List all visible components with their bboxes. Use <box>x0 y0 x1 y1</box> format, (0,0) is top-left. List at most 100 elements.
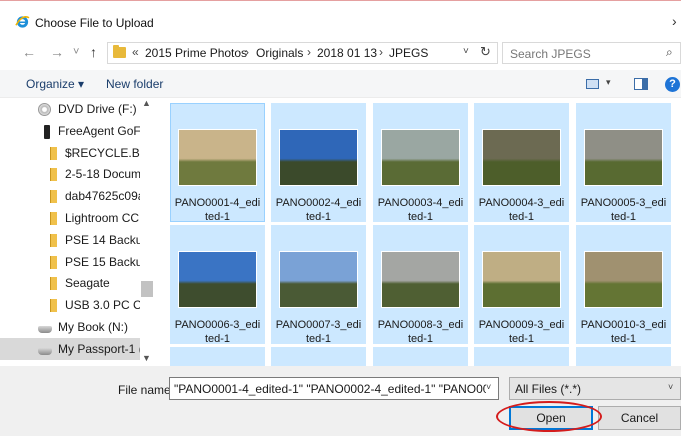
sidebar-scrollbar[interactable]: ▲ ▼ <box>140 98 154 366</box>
breadcrumb-jpegs[interactable]: JPEGS <box>389 46 428 60</box>
file-item[interactable]: PANO0001-4_edi ted-1 <box>170 103 265 224</box>
chevron-down-icon[interactable]: ˅ <box>486 382 498 396</box>
chevron-down-icon[interactable]: ˅ <box>668 382 673 392</box>
file-list: PANO0001-4_edi ted-1 PANO0002-4_edi ted-1 PA… <box>154 98 681 366</box>
file-name: PANO0001-4_edi ted-1 <box>171 196 264 224</box>
breadcrumb-originals[interactable]: Originals <box>256 46 303 60</box>
file-name-line: PANO0010-3_edi <box>580 319 667 331</box>
up-icon[interactable]: ↑ <box>90 44 97 60</box>
usb-icon <box>44 124 50 139</box>
file-name-line: ted-1 <box>508 211 535 223</box>
dvd-icon <box>38 103 51 116</box>
sidebar-item[interactable]: My Passport-1 (L <box>0 337 140 360</box>
file-name: PANO0004-3_edi ted-1 <box>475 196 568 224</box>
file-item[interactable] <box>170 347 265 366</box>
file-name-line: PANO0008-3_edi <box>377 319 464 331</box>
file-name-line: PANO0007-3_edi <box>275 319 362 331</box>
search-icon[interactable]: ⌕ <box>666 45 673 60</box>
sidebar-item[interactable]: PSE 15 Backups <box>0 251 140 273</box>
sidebar-item-label: Lightroom CC E <box>65 211 140 225</box>
file-item[interactable] <box>373 347 468 366</box>
forward-icon[interactable]: → <box>50 44 64 60</box>
file-item[interactable]: PANO0007-3_edi ted-1 <box>271 225 366 346</box>
chevron-down-icon[interactable]: ▾ <box>606 77 611 88</box>
sidebar-item[interactable]: USB 3.0 PC Card <box>0 294 140 316</box>
annotation-circle <box>496 401 602 432</box>
file-name: PANO0010-3_edi ted-1 <box>577 318 670 346</box>
file-item[interactable]: PANO0003-4_edi ted-1 <box>373 103 468 223</box>
breadcrumb-2018-01-13[interactable]: 2018 01 13 <box>317 46 377 60</box>
chevron-down-icon[interactable]: ˅ <box>463 46 469 57</box>
sidebar-item[interactable]: FreeAgent GoFle <box>0 120 140 142</box>
folder-icon <box>50 168 57 182</box>
title-bar: Choose File to Upload › <box>0 0 681 40</box>
navigation-pane: DVD Drive (F:) FreeAgent GoFle $RECYCLE.BI… <box>0 98 154 366</box>
folder-icon <box>50 299 57 313</box>
cancel-button[interactable]: Cancel <box>598 406 681 430</box>
folder-icon <box>50 146 57 160</box>
breadcrumb-2015-prime-photos[interactable]: 2015 Prime Photos <box>145 46 247 60</box>
file-item[interactable] <box>474 347 569 366</box>
navigation-bar: ← → ˅ ↑ « 2015 Prime Photos › Originals … <box>0 40 681 66</box>
file-item[interactable] <box>576 347 671 366</box>
file-item[interactable]: PANO0009-3_edi ted-1 <box>474 225 569 345</box>
file-item[interactable]: PANO0010-3_edi ted-1 <box>576 225 671 346</box>
file-name-line: ted-1 <box>204 211 231 223</box>
sidebar-item[interactable]: dab47625c09a <box>0 185 140 207</box>
organize-button[interactable]: Organize ▾ <box>26 77 84 91</box>
search-placeholder: Search JPEGS <box>510 47 591 61</box>
file-name-line: ted-1 <box>610 333 637 345</box>
sidebar-item-label: $RECYCLE.BIN <box>65 145 140 160</box>
new-folder-button[interactable]: New folder <box>106 77 163 91</box>
internet-explorer-icon <box>15 16 30 28</box>
scroll-up-icon[interactable]: ▲ <box>142 98 151 108</box>
file-item[interactable]: PANO0004-3_edi ted-1 <box>474 103 569 224</box>
folder-icon <box>50 212 57 225</box>
breadcrumb-separator: › <box>307 45 311 59</box>
file-name: PANO0005-3_edi ted-1 <box>577 196 670 224</box>
image-thumbnail <box>584 129 663 186</box>
scroll-down-icon[interactable]: ▼ <box>142 353 151 363</box>
image-thumbnail <box>178 129 257 186</box>
image-thumbnail <box>482 251 561 308</box>
change-view-icon[interactable] <box>586 79 599 89</box>
overflow-icon[interactable]: « <box>132 45 139 59</box>
recent-locations-icon[interactable]: ˅ <box>73 44 79 60</box>
file-name: PANO0007-3_edi ted-1 <box>272 318 365 346</box>
address-bar[interactable]: « 2015 Prime Photos › Originals › 2018 0… <box>107 42 498 64</box>
sidebar-item-label: Seagate <box>65 276 110 291</box>
folder-icon <box>50 233 57 247</box>
search-input[interactable]: Search JPEGS ⌕ <box>502 42 681 64</box>
close-icon[interactable]: › <box>672 13 677 29</box>
sidebar-item-label: PSE 15 Backups <box>65 254 140 269</box>
sidebar-item[interactable]: $RECYCLE.BIN <box>0 142 140 164</box>
file-item[interactable]: PANO0005-3_edi ted-1 <box>576 103 671 224</box>
sidebar-item[interactable]: DVD Drive (F:) <box>0 98 140 120</box>
sidebar-item[interactable]: 2-5-18 Docume <box>0 163 140 185</box>
file-name-input[interactable]: "PANO0001-4_edited-1" "PANO0002-4_edited… <box>169 377 499 400</box>
sidebar-item-label: USB 3.0 PC Card <box>65 298 140 313</box>
sidebar-item[interactable]: Lightroom CC E <box>0 207 140 229</box>
drive-icon <box>38 347 52 355</box>
scrollbar-thumb[interactable] <box>141 281 153 297</box>
help-icon[interactable]: ? <box>665 77 680 92</box>
back-icon[interactable]: ← <box>22 44 36 60</box>
file-item[interactable]: PANO0002-4_edi ted-1 <box>271 103 366 223</box>
breadcrumb-separator: › <box>379 45 383 59</box>
sidebar-item-label: 2-5-18 Docume <box>65 167 140 182</box>
sidebar-item[interactable]: Seagate <box>0 272 140 294</box>
file-item[interactable]: PANO0006-3_edi ted-1 <box>170 225 265 345</box>
file-name-line: ted-1 <box>407 211 434 223</box>
file-item[interactable] <box>271 347 366 366</box>
breadcrumb-separator: › <box>245 45 249 59</box>
refresh-icon[interactable]: ↻ <box>480 44 491 60</box>
preview-pane-icon[interactable] <box>634 78 648 90</box>
file-name-value: "PANO0001-4_edited-1" "PANO0002-4_edited… <box>174 382 499 396</box>
file-name-line: ted-1 <box>305 333 332 345</box>
sidebar-item[interactable]: My Book (N:) <box>0 316 140 338</box>
file-item[interactable]: PANO0008-3_edi ted-1 <box>373 225 468 345</box>
command-bar: Organize ▾ New folder ▾ ? <box>0 70 681 98</box>
file-type-select[interactable]: All Files (*.*) ˅ <box>509 377 681 400</box>
image-thumbnail <box>482 129 561 186</box>
sidebar-item[interactable]: PSE 14 Backups <box>0 229 140 251</box>
